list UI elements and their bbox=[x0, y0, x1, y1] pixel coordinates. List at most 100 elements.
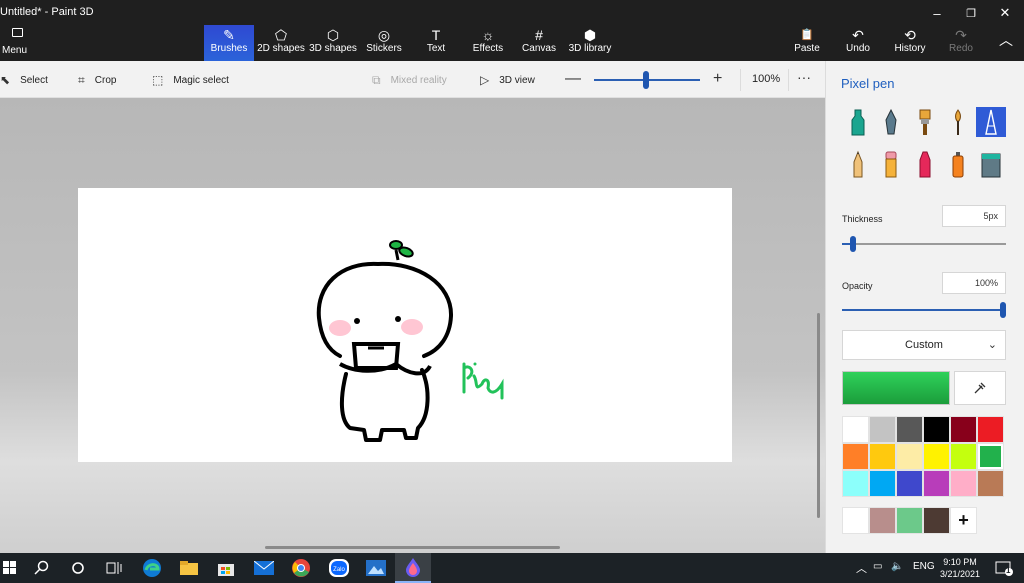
volume-icon[interactable]: 🔈 bbox=[891, 561, 903, 572]
collapse-ribbon-button[interactable]: ︿ bbox=[994, 25, 1018, 61]
current-color-swatch[interactable] bbox=[842, 371, 950, 405]
marker-brush[interactable] bbox=[843, 107, 873, 137]
network-icon[interactable]: ▭ bbox=[873, 561, 882, 572]
add-color-button[interactable]: + bbox=[950, 507, 977, 534]
store-icon bbox=[218, 564, 234, 576]
tab-text[interactable]: T Text bbox=[416, 25, 456, 61]
palette-color-swatch[interactable] bbox=[950, 416, 977, 443]
opacity-slider-thumb[interactable] bbox=[1000, 302, 1006, 318]
redo-button[interactable]: ↷ Redo bbox=[946, 25, 976, 61]
tab-3d-library[interactable]: ⬢ 3D library bbox=[568, 25, 612, 61]
history-button[interactable]: ⟲ History bbox=[892, 25, 928, 61]
pixel-pen-icon bbox=[985, 109, 997, 135]
palette-color-swatch[interactable] bbox=[842, 416, 869, 443]
palette-color-swatch[interactable] bbox=[977, 416, 1004, 443]
clock[interactable]: 9:10 PM 3/21/2021 bbox=[938, 556, 982, 580]
recent-color-swatch[interactable] bbox=[842, 507, 869, 534]
folder-icon bbox=[180, 561, 198, 575]
mail-icon bbox=[254, 561, 274, 575]
thickness-field[interactable]: 5px bbox=[942, 205, 1006, 227]
chevron-down-icon: ⌄ bbox=[987, 339, 997, 351]
menu-button[interactable]: Menu bbox=[0, 25, 34, 61]
palette-color-swatch[interactable] bbox=[842, 470, 869, 497]
tab-stickers[interactable]: ◎ Stickers bbox=[362, 25, 406, 61]
language-indicator[interactable]: ENG bbox=[913, 561, 935, 572]
palette-color-swatch[interactable] bbox=[977, 470, 1004, 497]
edge-app[interactable] bbox=[134, 553, 170, 583]
maximize-button[interactable]: ❐ bbox=[954, 2, 988, 24]
tab-3d-shapes[interactable]: ⬡ 3D shapes bbox=[309, 25, 357, 61]
recent-color-swatch[interactable] bbox=[923, 507, 950, 534]
pixel-pen-brush[interactable] bbox=[976, 107, 1006, 137]
recent-color-swatch[interactable] bbox=[869, 507, 896, 534]
tab-2d-shapes[interactable]: ⬠ 2D shapes bbox=[257, 25, 305, 61]
zalo-app[interactable]: Zalo bbox=[321, 553, 357, 583]
palette-color-swatch[interactable] bbox=[923, 470, 950, 497]
cortana-button[interactable] bbox=[60, 553, 96, 583]
zoom-out-button[interactable]: — bbox=[565, 70, 581, 88]
thickness-slider[interactable] bbox=[842, 243, 1006, 245]
notifications-button[interactable]: 1 bbox=[988, 553, 1020, 583]
color-mode-dropdown[interactable]: Custom ⌄ bbox=[842, 330, 1006, 360]
mail-app[interactable] bbox=[246, 553, 282, 583]
palette-color-swatch[interactable] bbox=[896, 443, 923, 470]
palette-color-swatch[interactable] bbox=[950, 470, 977, 497]
palette-color-swatch[interactable] bbox=[923, 416, 950, 443]
file-explorer-app[interactable] bbox=[171, 553, 207, 583]
drawing-artwork bbox=[316, 240, 504, 442]
eyedropper-button[interactable] bbox=[954, 371, 1006, 405]
palette-color-swatch[interactable] bbox=[869, 416, 896, 443]
horizontal-scrollbar[interactable] bbox=[265, 546, 560, 549]
palette-color-swatch[interactable] bbox=[950, 443, 977, 470]
crop-button[interactable]: ⌗ Crop bbox=[78, 73, 116, 88]
select-button[interactable]: ⬉ Select bbox=[0, 73, 48, 87]
drawing-canvas[interactable] bbox=[78, 188, 732, 462]
photos-app[interactable] bbox=[358, 553, 394, 583]
tab-label: Text bbox=[426, 43, 446, 54]
palette-color-swatch[interactable] bbox=[896, 416, 923, 443]
watercolor-brush[interactable] bbox=[943, 107, 973, 137]
palette-color-swatch[interactable] bbox=[869, 470, 896, 497]
store-app[interactable] bbox=[208, 553, 244, 583]
palette-color-swatch[interactable] bbox=[869, 443, 896, 470]
zoom-slider-thumb[interactable] bbox=[643, 71, 649, 89]
tray-chevron-up-icon[interactable]: ︿ bbox=[856, 560, 867, 576]
vertical-scrollbar[interactable] bbox=[817, 313, 820, 518]
fill-brush[interactable] bbox=[976, 149, 1006, 179]
palette-color-swatch[interactable] bbox=[923, 443, 950, 470]
tab-brushes[interactable]: ✎ Brushes bbox=[204, 25, 254, 61]
zoom-value[interactable]: 100% bbox=[752, 73, 780, 85]
tab-canvas[interactable]: # Canvas bbox=[518, 25, 560, 61]
undo-button[interactable]: ↶ Undo bbox=[842, 25, 874, 61]
pencil-brush[interactable] bbox=[843, 149, 873, 179]
paste-button[interactable]: 📋 Paste bbox=[790, 25, 824, 61]
tab-label: 3D library bbox=[568, 43, 612, 54]
palette-color-swatch[interactable] bbox=[977, 443, 1004, 470]
minimize-button[interactable]: – bbox=[920, 2, 954, 24]
palette-color-swatch[interactable] bbox=[842, 443, 869, 470]
crayon-brush[interactable] bbox=[910, 149, 940, 179]
recent-color-swatch[interactable] bbox=[896, 507, 923, 534]
oil-brush[interactable] bbox=[910, 107, 940, 137]
color-palette bbox=[842, 416, 1006, 497]
3d-view-button[interactable]: ▷ 3D view bbox=[480, 73, 535, 87]
mixed-reality-button[interactable]: ⧉ Mixed reality bbox=[372, 73, 447, 88]
eraser-brush[interactable] bbox=[876, 149, 906, 179]
calligraphy-pen-brush[interactable] bbox=[876, 107, 906, 137]
paint-3d-app[interactable] bbox=[395, 553, 431, 583]
mixed-reality-icon: ⧉ bbox=[372, 73, 381, 87]
more-options-button[interactable]: ··· bbox=[797, 69, 811, 85]
task-view-button[interactable] bbox=[96, 553, 132, 583]
magic-select-button[interactable]: ⬚ Magic select bbox=[152, 73, 229, 87]
tab-effects[interactable]: ☼ Effects bbox=[466, 25, 510, 61]
thickness-slider-thumb[interactable] bbox=[850, 236, 856, 252]
spray-can-brush[interactable] bbox=[943, 149, 973, 179]
title-bar: Untitled* - Paint 3D – ❐ ✕ bbox=[0, 0, 1024, 25]
zoom-in-button[interactable]: + bbox=[713, 70, 722, 88]
opacity-field[interactable]: 100% bbox=[942, 272, 1006, 294]
chrome-app[interactable] bbox=[283, 553, 319, 583]
3d-library-icon: ⬢ bbox=[583, 27, 597, 43]
search-button[interactable] bbox=[24, 553, 60, 583]
palette-color-swatch[interactable] bbox=[896, 470, 923, 497]
close-button[interactable]: ✕ bbox=[988, 2, 1022, 24]
